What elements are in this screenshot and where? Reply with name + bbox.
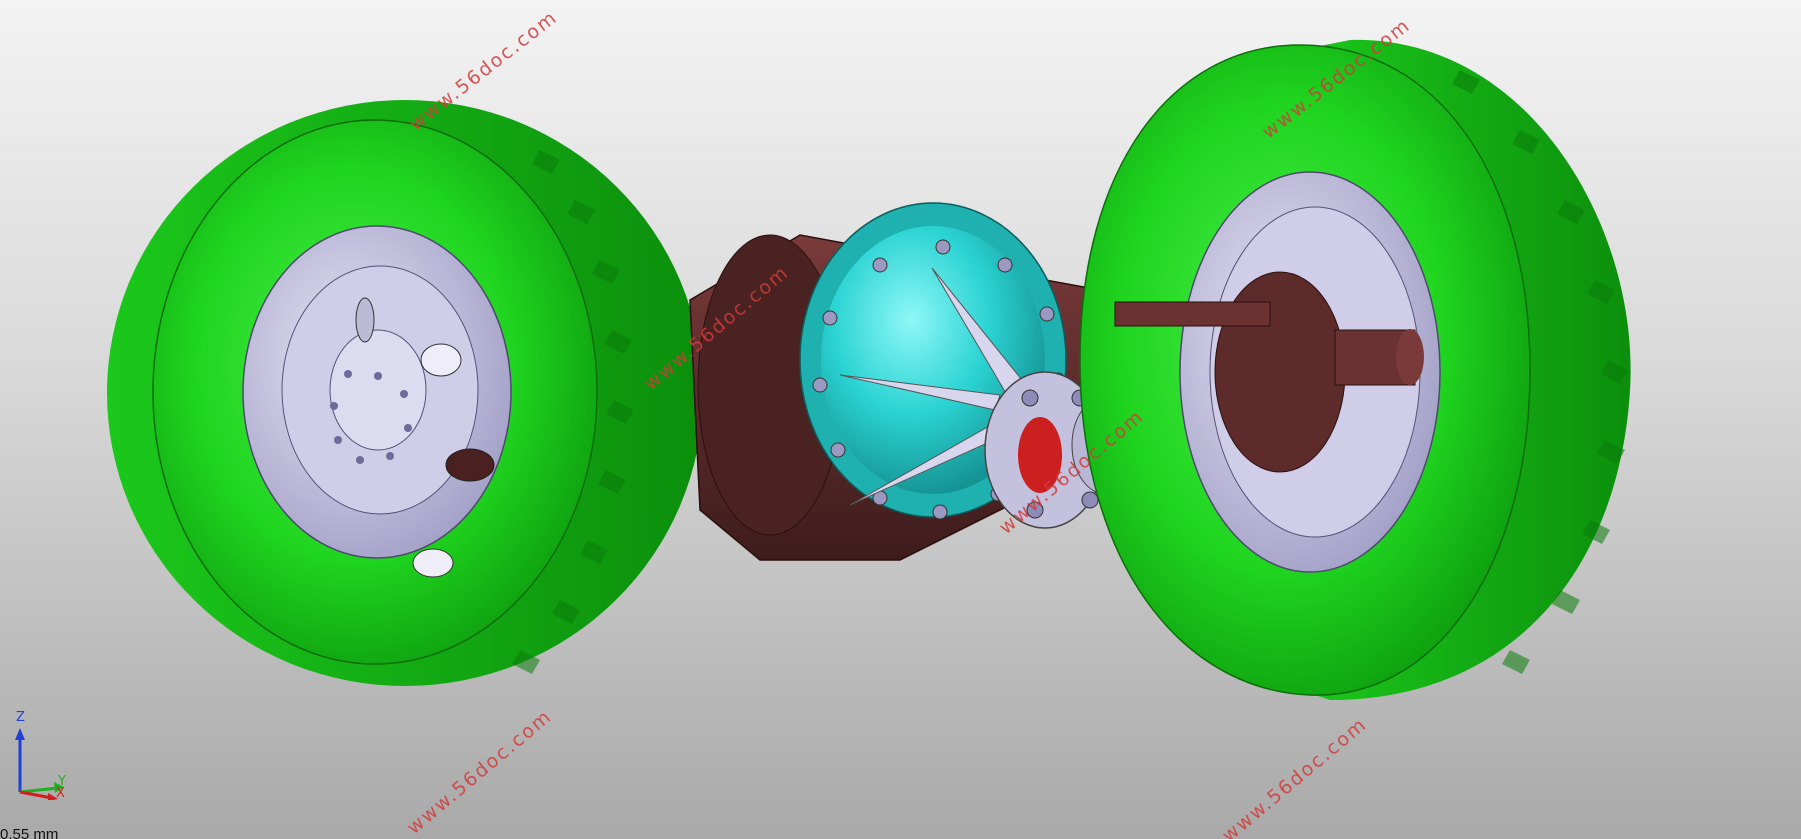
left-wheel[interactable] <box>107 100 703 686</box>
z-axis-label: Z <box>16 710 25 725</box>
x-axis-line <box>19 790 53 800</box>
x-axis-label: X <box>56 786 65 801</box>
y-axis-line <box>19 786 59 794</box>
scale-readout: 0.55 mm <box>0 826 59 839</box>
left-hub <box>329 329 427 451</box>
graphics-viewport[interactable]: www.56doc.com www.56doc.com www.56doc.co… <box>0 0 1801 839</box>
right-wheel[interactable] <box>1079 39 1631 701</box>
axle-model[interactable] <box>0 0 1801 839</box>
coordinate-triad-icon: Z Y X <box>8 710 78 801</box>
